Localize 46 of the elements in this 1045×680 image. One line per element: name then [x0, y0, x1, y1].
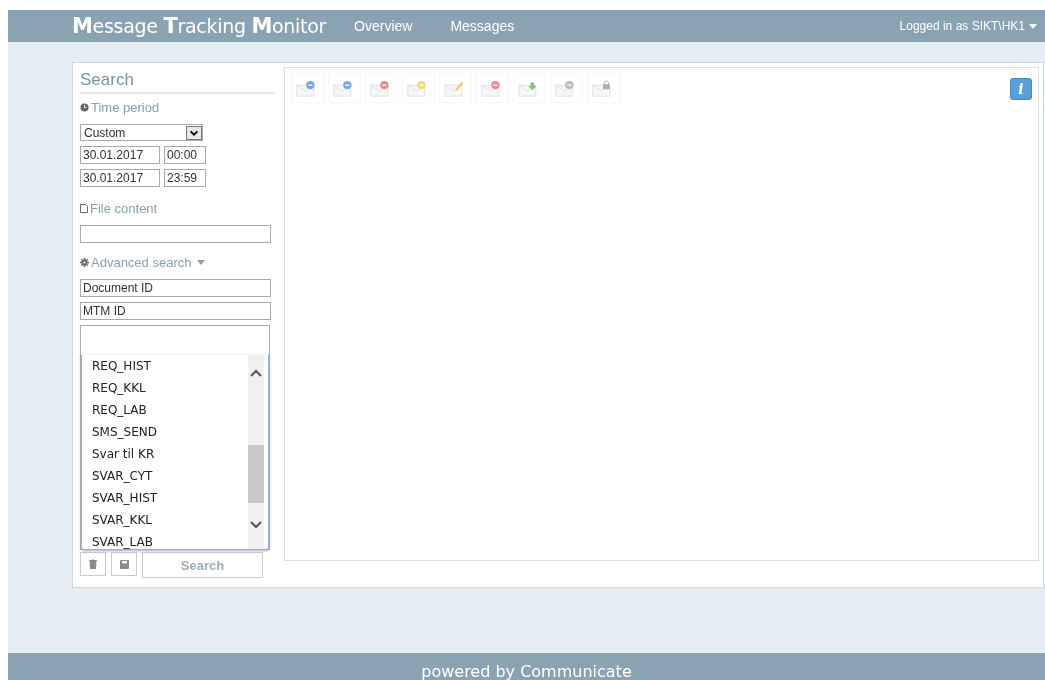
- toolbar-button[interactable]: [475, 73, 509, 103]
- list-option[interactable]: SMS_SEND: [82, 421, 268, 443]
- scrollbar[interactable]: [248, 355, 264, 549]
- toolbar-button[interactable]: [290, 73, 324, 103]
- list-option[interactable]: SVAR_HIST: [82, 487, 268, 509]
- file-content-field[interactable]: [80, 225, 271, 243]
- toolbar-button[interactable]: [327, 73, 361, 103]
- chevron-down-icon: [250, 521, 262, 529]
- list-option[interactable]: SVAR_KKL: [82, 509, 268, 531]
- time-field[interactable]: 00:00: [164, 146, 206, 164]
- scrollbar-thumb[interactable]: [248, 445, 264, 503]
- message-type-list[interactable]: REQ_HIST REQ_KKL REQ_LAB SMS_SEND Svar til KR SVAR_CYT SVAR_HIST SVAR_KKL SVAR_LAB: [80, 325, 270, 550]
- caret-icon: [1029, 23, 1037, 29]
- section-label: Time period: [91, 100, 160, 115]
- date-field[interactable]: 30.01.2017: [80, 146, 160, 164]
- mtm-id-field[interactable]: MTM ID: [80, 302, 271, 320]
- search-heading: Search: [80, 70, 275, 94]
- footer-text: powered by Communicate: [421, 663, 632, 680]
- toolbar-button[interactable]: [438, 73, 472, 103]
- list-option[interactable]: REQ_KKL: [82, 377, 268, 399]
- list-option[interactable]: REQ_LAB: [82, 399, 268, 421]
- save-button[interactable]: [111, 552, 137, 576]
- toolbar-button[interactable]: [512, 73, 546, 103]
- document-id-field[interactable]: Document ID: [80, 279, 271, 297]
- toolbar-button[interactable]: [586, 73, 620, 103]
- toolbar-button[interactable]: [549, 73, 583, 103]
- toolbar-button[interactable]: [364, 73, 398, 103]
- period-select[interactable]: Custom: [80, 124, 203, 141]
- clock-icon: [80, 103, 89, 112]
- date-field[interactable]: 30.01.2017: [80, 169, 160, 187]
- chevron-up-icon: [250, 369, 262, 377]
- app-title: Message Tracking Monitor: [72, 14, 327, 38]
- list-option[interactable]: REQ_HIST: [82, 355, 268, 377]
- list-option[interactable]: SVAR_LAB: [82, 531, 268, 549]
- section-label: Advanced search: [91, 255, 192, 270]
- file-icon: [80, 204, 88, 213]
- list-option[interactable]: SVAR_CYT: [82, 465, 268, 487]
- time-field[interactable]: 23:59: [164, 169, 206, 187]
- delete-button[interactable]: [80, 552, 106, 576]
- trash-icon: [89, 559, 97, 569]
- list-option[interactable]: Svar til KR: [82, 443, 268, 465]
- toolbar-button[interactable]: [401, 73, 435, 103]
- gear-icon: [80, 258, 89, 267]
- section-label: File content: [90, 201, 158, 216]
- caret-icon: [197, 260, 206, 265]
- chevron-down-icon: [186, 125, 202, 140]
